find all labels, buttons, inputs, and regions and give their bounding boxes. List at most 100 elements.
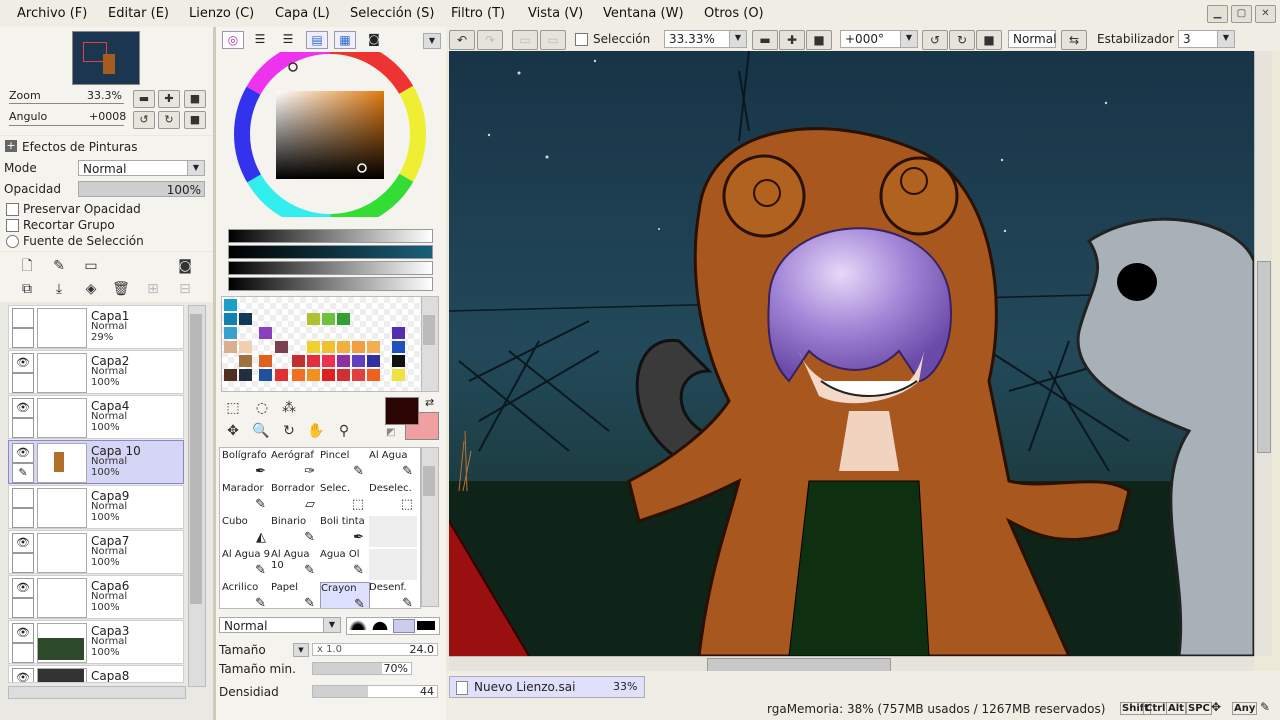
- brush-al-agua-9[interactable]: Al Agua 9 ✎: [222, 549, 270, 580]
- rgb-sliders-tab-icon[interactable]: ☰: [250, 31, 270, 47]
- merge-down-icon[interactable]: ◈: [80, 280, 102, 298]
- transfer-down-icon[interactable]: ⤓: [48, 280, 70, 298]
- zoom-slider[interactable]: [9, 103, 124, 104]
- brush-cubo[interactable]: Cubo ◭: [222, 516, 270, 547]
- color-wheel[interactable]: [230, 38, 432, 230]
- deselect-icon[interactable]: ▭: [512, 30, 538, 50]
- zoom-out-button[interactable]: ▬: [133, 90, 155, 108]
- artwork[interactable]: [449, 51, 1254, 656]
- brush-shape-medium-icon[interactable]: [371, 620, 389, 630]
- rotate-reset-icon[interactable]: ■: [976, 30, 1002, 50]
- layer-visibility-toggle[interactable]: [12, 308, 34, 328]
- brush-binario[interactable]: Binario ✎: [271, 516, 319, 547]
- menu-vista[interactable]: Vista (V): [528, 6, 583, 21]
- rotate-left-button[interactable]: ↺: [133, 111, 155, 129]
- color-bar-1[interactable]: [228, 229, 433, 243]
- layer-row-capa7[interactable]: 👁 Capa7 Normal 100%: [8, 530, 184, 574]
- brush-scroll-thumb[interactable]: [423, 466, 435, 496]
- brush-scrollbar[interactable]: [421, 447, 439, 607]
- layer-row-capa1[interactable]: Capa1 Normal 29%: [8, 305, 184, 349]
- color-bar-4[interactable]: [228, 277, 433, 291]
- brush-shape-hard-icon[interactable]: [393, 619, 415, 633]
- canvas-hscrollbar[interactable]: [449, 656, 1254, 672]
- menu-otros[interactable]: Otros (O): [704, 6, 764, 21]
- magic-wand-icon[interactable]: ⁂: [278, 399, 300, 417]
- new-layer-icon[interactable]: 🗋: [16, 257, 38, 275]
- eye-icon[interactable]: 👁: [12, 443, 34, 463]
- brush-al-agua[interactable]: Al Agua ✎: [369, 450, 417, 481]
- brush-borrador[interactable]: Borrador ▱: [271, 483, 319, 514]
- brush-pincel[interactable]: Pincel ✎: [320, 450, 368, 481]
- brush-boligrafo[interactable]: Bolígrafo ✒: [222, 450, 270, 481]
- navigator-preview[interactable]: [72, 31, 140, 85]
- layer-row-capa6[interactable]: 👁 Capa6 Normal 100%: [8, 575, 184, 619]
- swatch-scrollbar[interactable]: [421, 296, 439, 392]
- layer-row-capa3[interactable]: 👁 Capa3 Normal 100%: [8, 620, 184, 664]
- layer-lock-toggle[interactable]: [12, 553, 34, 573]
- size-slider[interactable]: x 1.0 24.0: [312, 643, 438, 656]
- layer-lock-toggle[interactable]: [12, 418, 34, 438]
- new-linework-layer-icon[interactable]: ✎: [48, 257, 70, 275]
- scratchpad-tab-icon[interactable]: ◙: [364, 31, 384, 47]
- menu-lienzo[interactable]: Lienzo (C): [189, 6, 254, 21]
- eye-icon[interactable]: 👁: [12, 533, 34, 553]
- brush-acrilico[interactable]: Acrilico ✎: [222, 582, 270, 608]
- clip-group-checkbox[interactable]: [6, 219, 19, 232]
- brush-papel[interactable]: Papel ✎: [271, 582, 319, 608]
- menu-editar[interactable]: Editar (E): [108, 6, 169, 21]
- angle-slider[interactable]: [9, 125, 124, 126]
- hand-icon[interactable]: ✋: [305, 422, 327, 440]
- brush-blend-select[interactable]: Normal ▼: [219, 617, 341, 633]
- color-wheel-graphic[interactable]: [230, 38, 432, 230]
- minimize-icon[interactable]: ▁: [1207, 5, 1228, 23]
- layer-lock-toggle[interactable]: [12, 508, 34, 528]
- layer-list-vscrollbar[interactable]: [188, 305, 206, 687]
- density-slider[interactable]: 44: [312, 685, 438, 698]
- layer-row-capa10[interactable]: 👁 ✎ Capa 10 Normal 100%: [8, 440, 184, 484]
- invert-selection-icon[interactable]: ▭: [540, 30, 566, 50]
- color-wheel-tab-icon[interactable]: ◎: [222, 31, 244, 49]
- brush-empty-slot[interactable]: [369, 549, 417, 580]
- zoom-select[interactable]: 33.33% ▼: [664, 30, 747, 48]
- primary-color-swatch[interactable]: [385, 397, 419, 425]
- link-mask-icon[interactable]: ⊟: [174, 280, 196, 298]
- zoom-in-icon[interactable]: ✚: [779, 30, 805, 50]
- preserve-opacity-checkbox[interactable]: [6, 203, 19, 216]
- brush-aerografo[interactable]: Aerógraf ✑: [271, 450, 319, 481]
- layer-row-capa2[interactable]: 👁 Capa2 Normal 100%: [8, 350, 184, 394]
- chevron-down-icon[interactable]: ▼: [423, 33, 441, 49]
- color-bar-3[interactable]: [228, 261, 433, 275]
- new-folder-icon[interactable]: ▭: [80, 257, 102, 275]
- drawing-canvas[interactable]: [449, 51, 1254, 656]
- reset-colors-icon[interactable]: ◩: [386, 427, 395, 438]
- zoom-in-button[interactable]: ✚: [158, 90, 180, 108]
- menu-capa[interactable]: Capa (L): [275, 6, 330, 21]
- maximize-icon[interactable]: ▢: [1231, 5, 1252, 23]
- brush-boli-tinta[interactable]: Boli tinta ✒: [320, 516, 368, 547]
- menu-filtro[interactable]: Filtro (T): [451, 6, 505, 21]
- zoom-fit-icon[interactable]: ■: [806, 30, 832, 50]
- opacity-slider[interactable]: 100%: [78, 181, 205, 197]
- trash-icon[interactable]: 🗑: [110, 280, 132, 298]
- eye-icon[interactable]: 👁: [12, 398, 34, 418]
- layer-lock-toggle[interactable]: [12, 373, 34, 393]
- canvas-vscroll-thumb[interactable]: [1257, 261, 1271, 453]
- layer-lock-toggle[interactable]: [12, 643, 34, 663]
- brush-deselec[interactable]: Deselec. ⬚: [369, 483, 417, 514]
- layer-list-hscrollbar[interactable]: [8, 686, 186, 699]
- canvas-vscrollbar[interactable]: [1254, 51, 1272, 656]
- undo-icon[interactable]: ↶: [449, 30, 475, 50]
- apply-mask-icon[interactable]: ⊞: [142, 280, 164, 298]
- brush-desenf[interactable]: Desenf. ✎: [369, 582, 417, 608]
- document-tab[interactable]: Nuevo Lienzo.sai 33%: [449, 676, 645, 698]
- brush-agua-ol[interactable]: Agua Ol ✎: [320, 549, 368, 580]
- selection-rect-icon[interactable]: ⬚: [222, 399, 244, 417]
- brush-shape-soft-icon[interactable]: [349, 620, 367, 630]
- selection-source-radio[interactable]: [6, 235, 19, 248]
- brush-crayon[interactable]: Crayon ✎: [320, 582, 370, 608]
- brush-selec[interactable]: Selec. ⬚: [320, 483, 368, 514]
- zoom-icon[interactable]: 🔍: [250, 422, 272, 440]
- layer-visibility-toggle[interactable]: [12, 488, 34, 508]
- min-size-slider[interactable]: 70%: [312, 662, 412, 675]
- zoom-out-icon[interactable]: ▬: [752, 30, 778, 50]
